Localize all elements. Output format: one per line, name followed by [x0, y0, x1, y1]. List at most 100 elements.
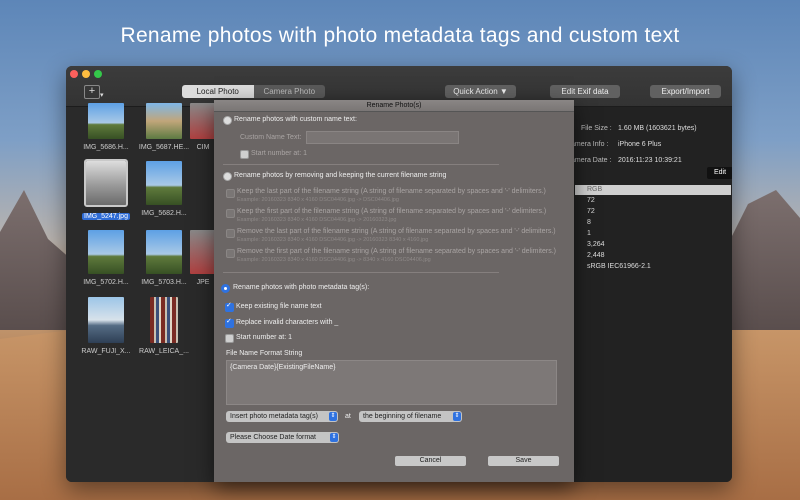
remove-last-checkbox[interactable]: [226, 229, 235, 238]
at-label: at: [345, 413, 351, 420]
photo-image: [146, 161, 182, 205]
remove-last-label: Remove the last part of the filename str…: [237, 228, 556, 235]
date-format-label: Please Choose Date format: [230, 434, 316, 441]
camera-date-value: 2016:11:23 10:39:21: [618, 157, 682, 164]
date-format-popup[interactable]: Please Choose Date format ⇕: [226, 432, 339, 443]
edit-exif-button[interactable]: Edit Exif data: [550, 85, 620, 98]
format-string-value: {Camera Date}{ExistingFileName}: [230, 364, 336, 371]
quick-action-button[interactable]: Quick Action ▼: [445, 85, 516, 98]
updown-arrow-icon: ⇕: [329, 412, 337, 421]
photo-image: [88, 230, 124, 274]
keep-existing-checkbox[interactable]: [225, 301, 234, 312]
start-number-checkbox[interactable]: [240, 150, 249, 159]
photo-thumbnail[interactable]: RAW_LEICA_...: [136, 297, 192, 355]
add-button[interactable]: +: [84, 85, 100, 99]
property-row: 72: [575, 196, 731, 206]
replace-invalid-label: Replace invalid characters with _: [236, 319, 339, 326]
tab-local-photo[interactable]: Local Photo: [182, 85, 254, 98]
format-string-label: File Name Format String: [226, 350, 303, 357]
photo-caption: RAW_LEICA_...: [139, 348, 189, 355]
dialog-title: Rename Photo(s): [214, 100, 574, 112]
export-import-button[interactable]: Export/Import: [650, 85, 721, 98]
format-string-input[interactable]: {Camera Date}{ExistingFileName}: [226, 360, 557, 405]
replace-invalid-checkbox[interactable]: [225, 317, 234, 328]
info-panel: File Size : 1.60 MB (1603621 bytes) amer…: [571, 107, 732, 482]
remove-keep-option-label: Rename photos by removing and keeping th…: [234, 172, 447, 179]
property-value: 1: [587, 230, 591, 237]
edit-button[interactable]: Edit: [707, 167, 732, 179]
start-number-label: Start number at: 1: [251, 150, 308, 157]
photo-thumbnail-selected[interactable]: IMG_5247.jpg: [78, 159, 134, 223]
photo-image: [190, 103, 216, 139]
photo-caption: IMG_5687.HE...: [138, 144, 190, 151]
property-value: 72: [587, 208, 595, 215]
photo-image: [146, 103, 182, 139]
camera-info-value: iPhone 6 Plus: [618, 141, 662, 148]
custom-name-input[interactable]: [306, 131, 459, 144]
zoom-window-button[interactable]: [94, 70, 102, 78]
insert-position-label: the beginning of filename: [363, 413, 442, 420]
insert-tag-popup[interactable]: Insert photo metadata tag(s) ⇕: [226, 411, 338, 422]
photo-image: [190, 230, 216, 274]
photo-caption: JPE: [196, 279, 210, 286]
photo-thumbnail[interactable]: JPE: [190, 230, 216, 286]
metadata-option-label: Rename photos with photo metadata tag(s)…: [233, 284, 370, 291]
keep-first-label: Keep the first part of the filename stri…: [237, 208, 547, 215]
photo-caption: RAW_FUJI_X...: [81, 348, 131, 355]
updown-arrow-icon: ⇕: [330, 433, 338, 442]
property-row: RGB: [575, 185, 731, 195]
photo-image: [84, 159, 128, 207]
remove-first-label: Remove the first part of the filename st…: [237, 248, 556, 255]
insert-position-popup[interactable]: the beginning of filename ⇕: [359, 411, 462, 422]
close-window-button[interactable]: [70, 70, 78, 78]
property-value: 3,264: [587, 241, 605, 248]
keep-last-checkbox[interactable]: [226, 189, 235, 198]
photo-browser: IMG_5686.H... IMG_5687.HE... CIM IMG_524…: [66, 103, 216, 482]
file-size-label: File Size :: [581, 125, 612, 132]
keep-first-checkbox[interactable]: [226, 209, 235, 218]
photo-caption: IMG_5247.jpg: [82, 213, 130, 220]
remove-first-example: Example: 20160323 8340 x 4160 DSC04406.j…: [237, 257, 431, 263]
property-row: 3,264: [575, 240, 731, 250]
photo-thumbnail[interactable]: IMG_5687.HE...: [136, 103, 192, 151]
property-value: 2,448: [587, 252, 605, 259]
photo-image: [146, 230, 182, 274]
start-number-2-checkbox[interactable]: [225, 334, 234, 343]
keep-first-example: Example: 20160323 8340 x 4160 DSC04406.j…: [237, 217, 397, 223]
photo-caption: IMG_5702.H...: [83, 279, 129, 286]
photo-caption: IMG_5682.H...: [141, 210, 187, 217]
chevron-down-icon[interactable]: ▾: [100, 91, 104, 99]
minimize-window-button[interactable]: [82, 70, 90, 78]
rename-dialog: Rename Photo(s) Rename photos with custo…: [214, 100, 574, 482]
property-value: RGB: [587, 186, 603, 193]
save-button[interactable]: Save: [488, 456, 559, 466]
photo-thumbnail[interactable]: CIM: [190, 103, 216, 151]
insert-tag-label: Insert photo metadata tag(s): [230, 413, 318, 420]
photo-thumbnail[interactable]: RAW_FUJI_X...: [78, 297, 134, 355]
photo-thumbnail[interactable]: IMG_5703.H...: [136, 230, 192, 286]
remove-keep-radio[interactable]: [223, 172, 232, 181]
photo-thumbnail[interactable]: IMG_5686.H...: [78, 103, 134, 151]
property-row: 2,448: [575, 251, 731, 261]
headline: Rename photos with photo metadata tags a…: [120, 24, 680, 47]
custom-name-label: Custom Name Text:: [240, 134, 302, 141]
photo-caption: IMG_5703.H...: [141, 279, 187, 286]
remove-first-checkbox[interactable]: [226, 249, 235, 258]
cancel-button[interactable]: Cancel: [395, 456, 466, 466]
property-row: 72: [575, 207, 731, 217]
custom-text-option-label: Rename photos with custom name text:: [234, 116, 357, 123]
photo-thumbnail[interactable]: IMG_5702.H...: [78, 230, 134, 286]
file-size-value: 1.60 MB (1603621 bytes): [618, 125, 697, 132]
start-number-2-label: Start number at: 1: [236, 334, 293, 341]
photo-thumbnail[interactable]: IMG_5682.H...: [136, 161, 192, 217]
photo-image: [88, 103, 124, 139]
divider: [223, 272, 499, 273]
metadata-radio[interactable]: [221, 284, 230, 293]
property-row: 8: [575, 218, 731, 228]
property-row: 1: [575, 229, 731, 239]
property-value: sRGB IEC61966-2.1: [587, 263, 651, 270]
tab-camera-photo[interactable]: Camera Photo: [253, 85, 325, 98]
keep-last-example: Example: 20160323 8340 x 4160 DSC04406.j…: [237, 197, 399, 203]
keep-last-label: Keep the last part of the filename strin…: [237, 188, 546, 195]
custom-text-radio[interactable]: [223, 116, 232, 125]
